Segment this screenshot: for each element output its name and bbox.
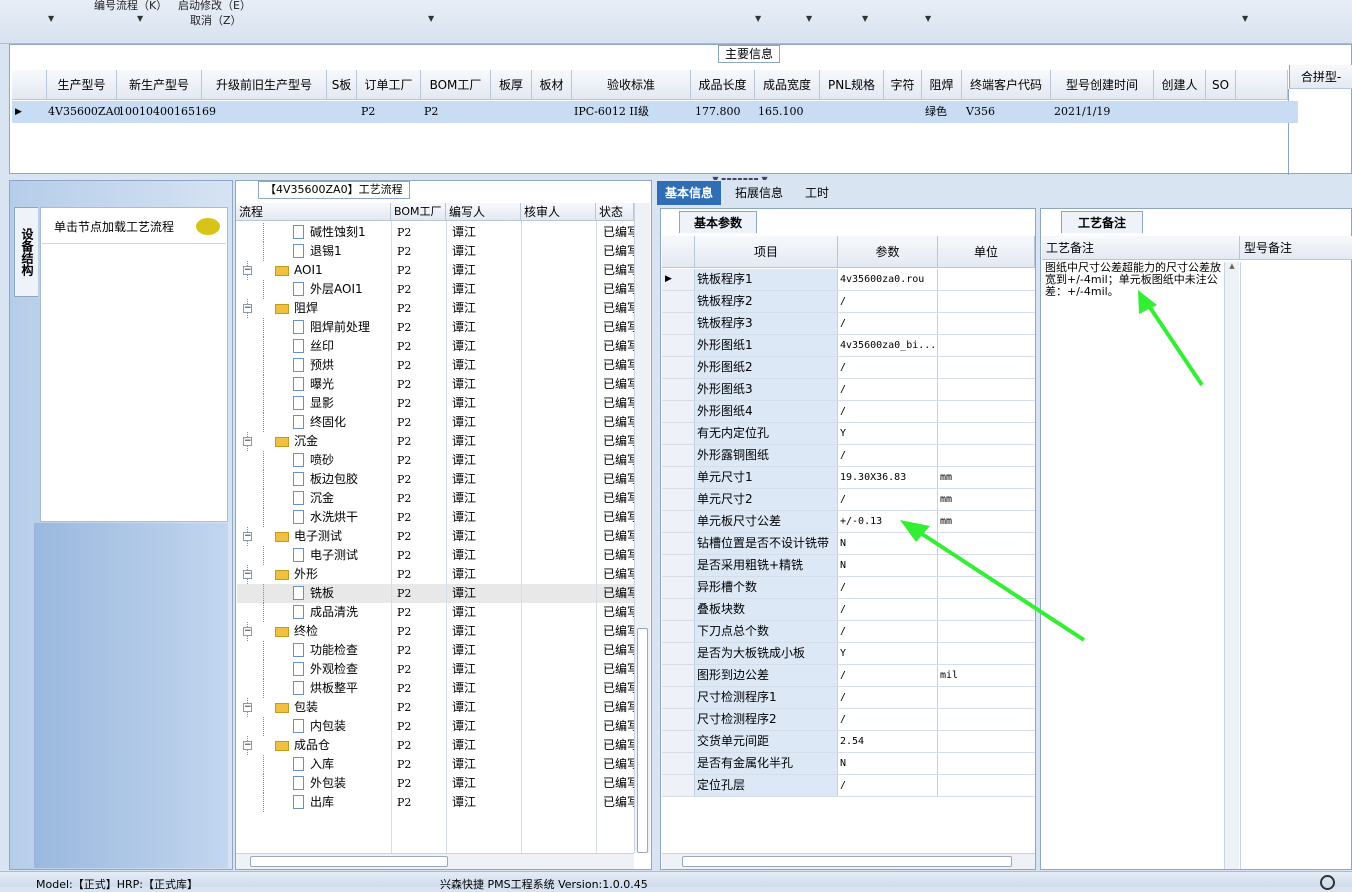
annotation-arrows: [900, 290, 1204, 642]
status-bar: Model:【正式】HRP:【正式库】 兴森快捷 PMS工程系统 Version…: [0, 871, 1352, 891]
status-left: Model:【正式】HRP:【正式库】: [36, 878, 198, 891]
arrow-line: [908, 524, 1086, 642]
arrowhead-icon: [900, 520, 930, 542]
arrow-line: [1143, 298, 1204, 387]
status-version: 兴森快捷 PMS工程系统 Version:1.0.0.45: [440, 878, 648, 891]
clock-icon: [1320, 875, 1335, 890]
